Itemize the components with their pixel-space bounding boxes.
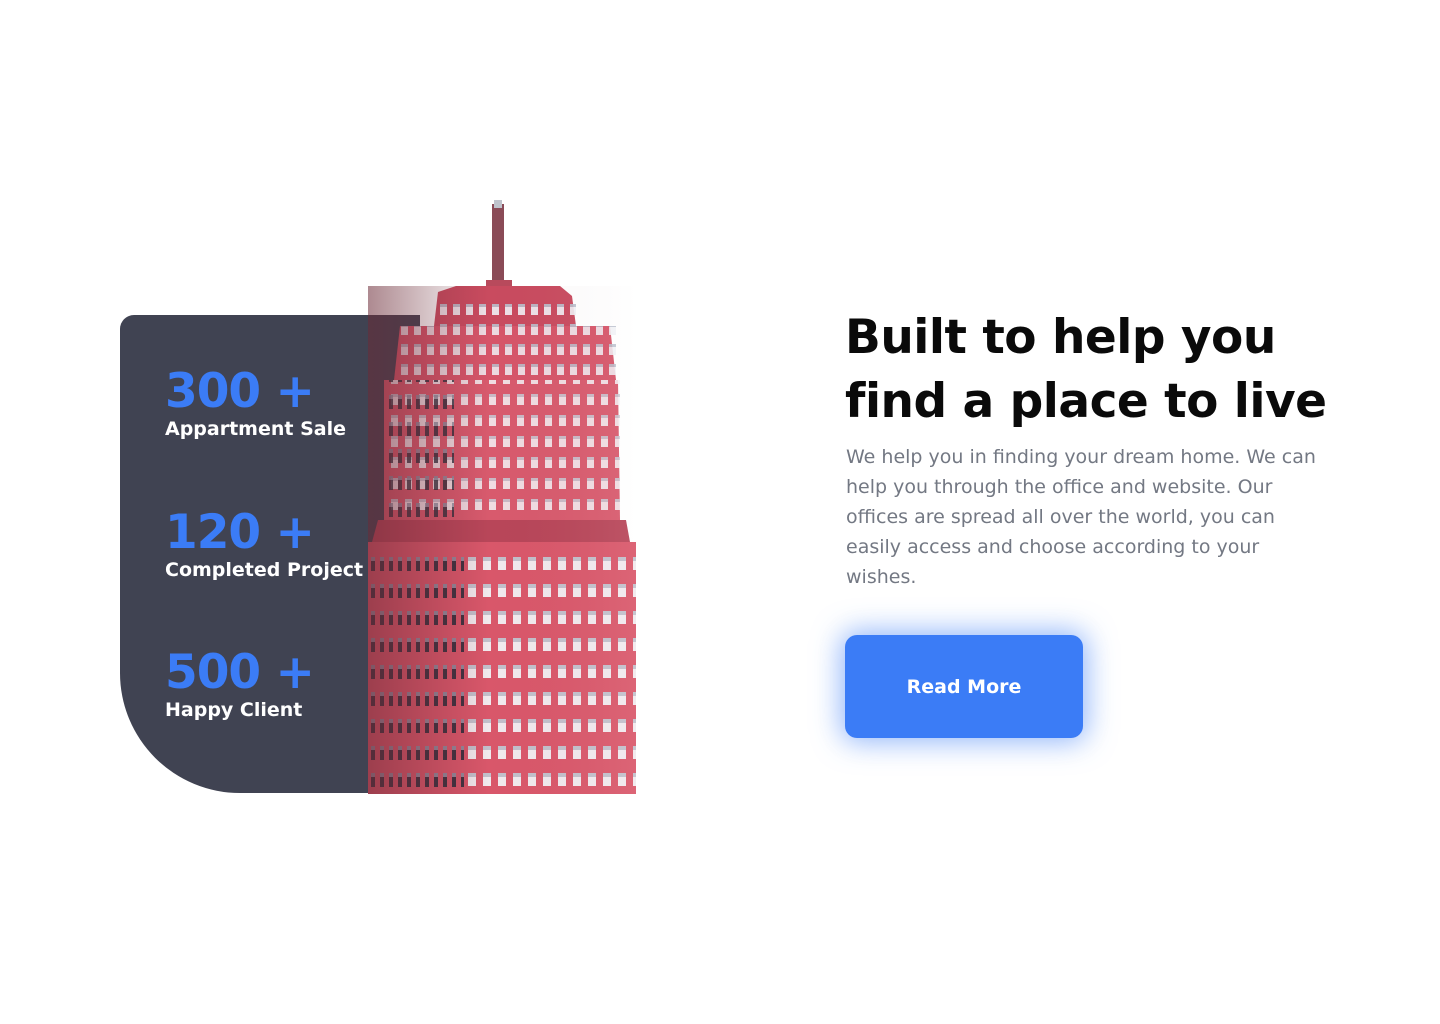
stat-value: 120 + <box>165 505 315 560</box>
stat-value: 500 + <box>165 645 315 700</box>
building-image <box>368 200 636 794</box>
stat-label: Appartment Sale <box>165 418 346 440</box>
read-more-button[interactable]: Read More <box>845 635 1083 738</box>
page: 300 + Appartment Sale 120 + Completed Pr… <box>0 0 1440 1024</box>
headline-line-2: find a place to live <box>845 374 1327 429</box>
stat-appartment-sale: 300 + Appartment Sale <box>165 367 346 441</box>
stat-completed-project: 120 + Completed Project <box>165 508 363 582</box>
headline-line-1: Built to help you <box>845 310 1276 365</box>
description: We help you in finding your dream home. … <box>846 446 1316 588</box>
stat-label: Completed Project <box>165 559 364 581</box>
stat-value: 300 + <box>165 364 315 419</box>
stat-happy-client: 500 + Happy Client <box>165 645 315 722</box>
headline: Built to help you find a place to live <box>845 306 1365 434</box>
stat-label: Happy Client <box>165 699 303 721</box>
